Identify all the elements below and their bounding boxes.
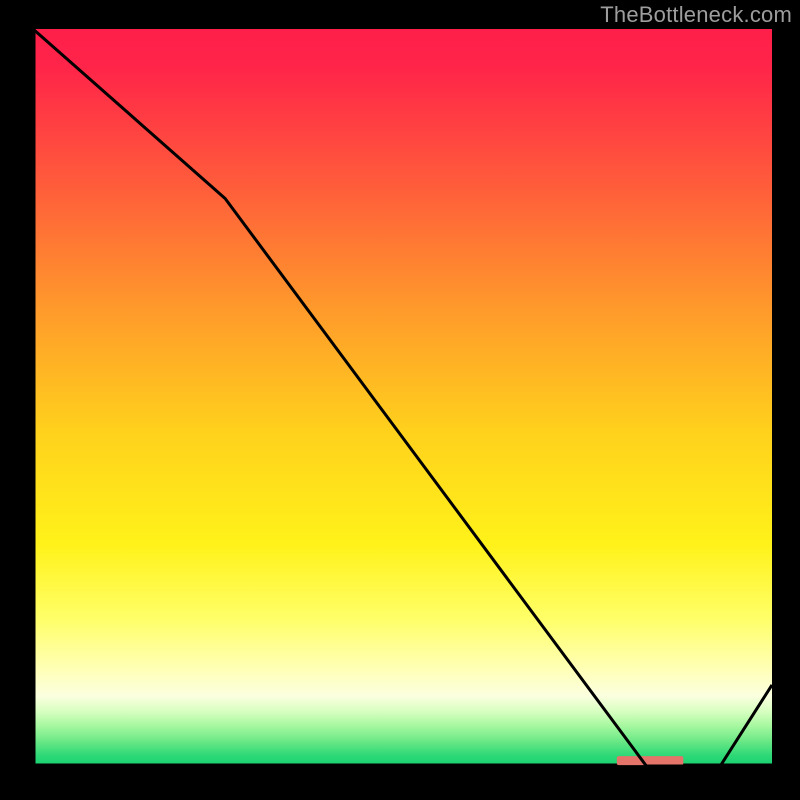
- bottleneck-chart: [0, 0, 800, 800]
- plot-background: [33, 29, 772, 766]
- watermark-text: TheBottleneck.com: [600, 2, 792, 28]
- chart-stage: TheBottleneck.com: [0, 0, 800, 800]
- optimal-marker: [617, 756, 684, 765]
